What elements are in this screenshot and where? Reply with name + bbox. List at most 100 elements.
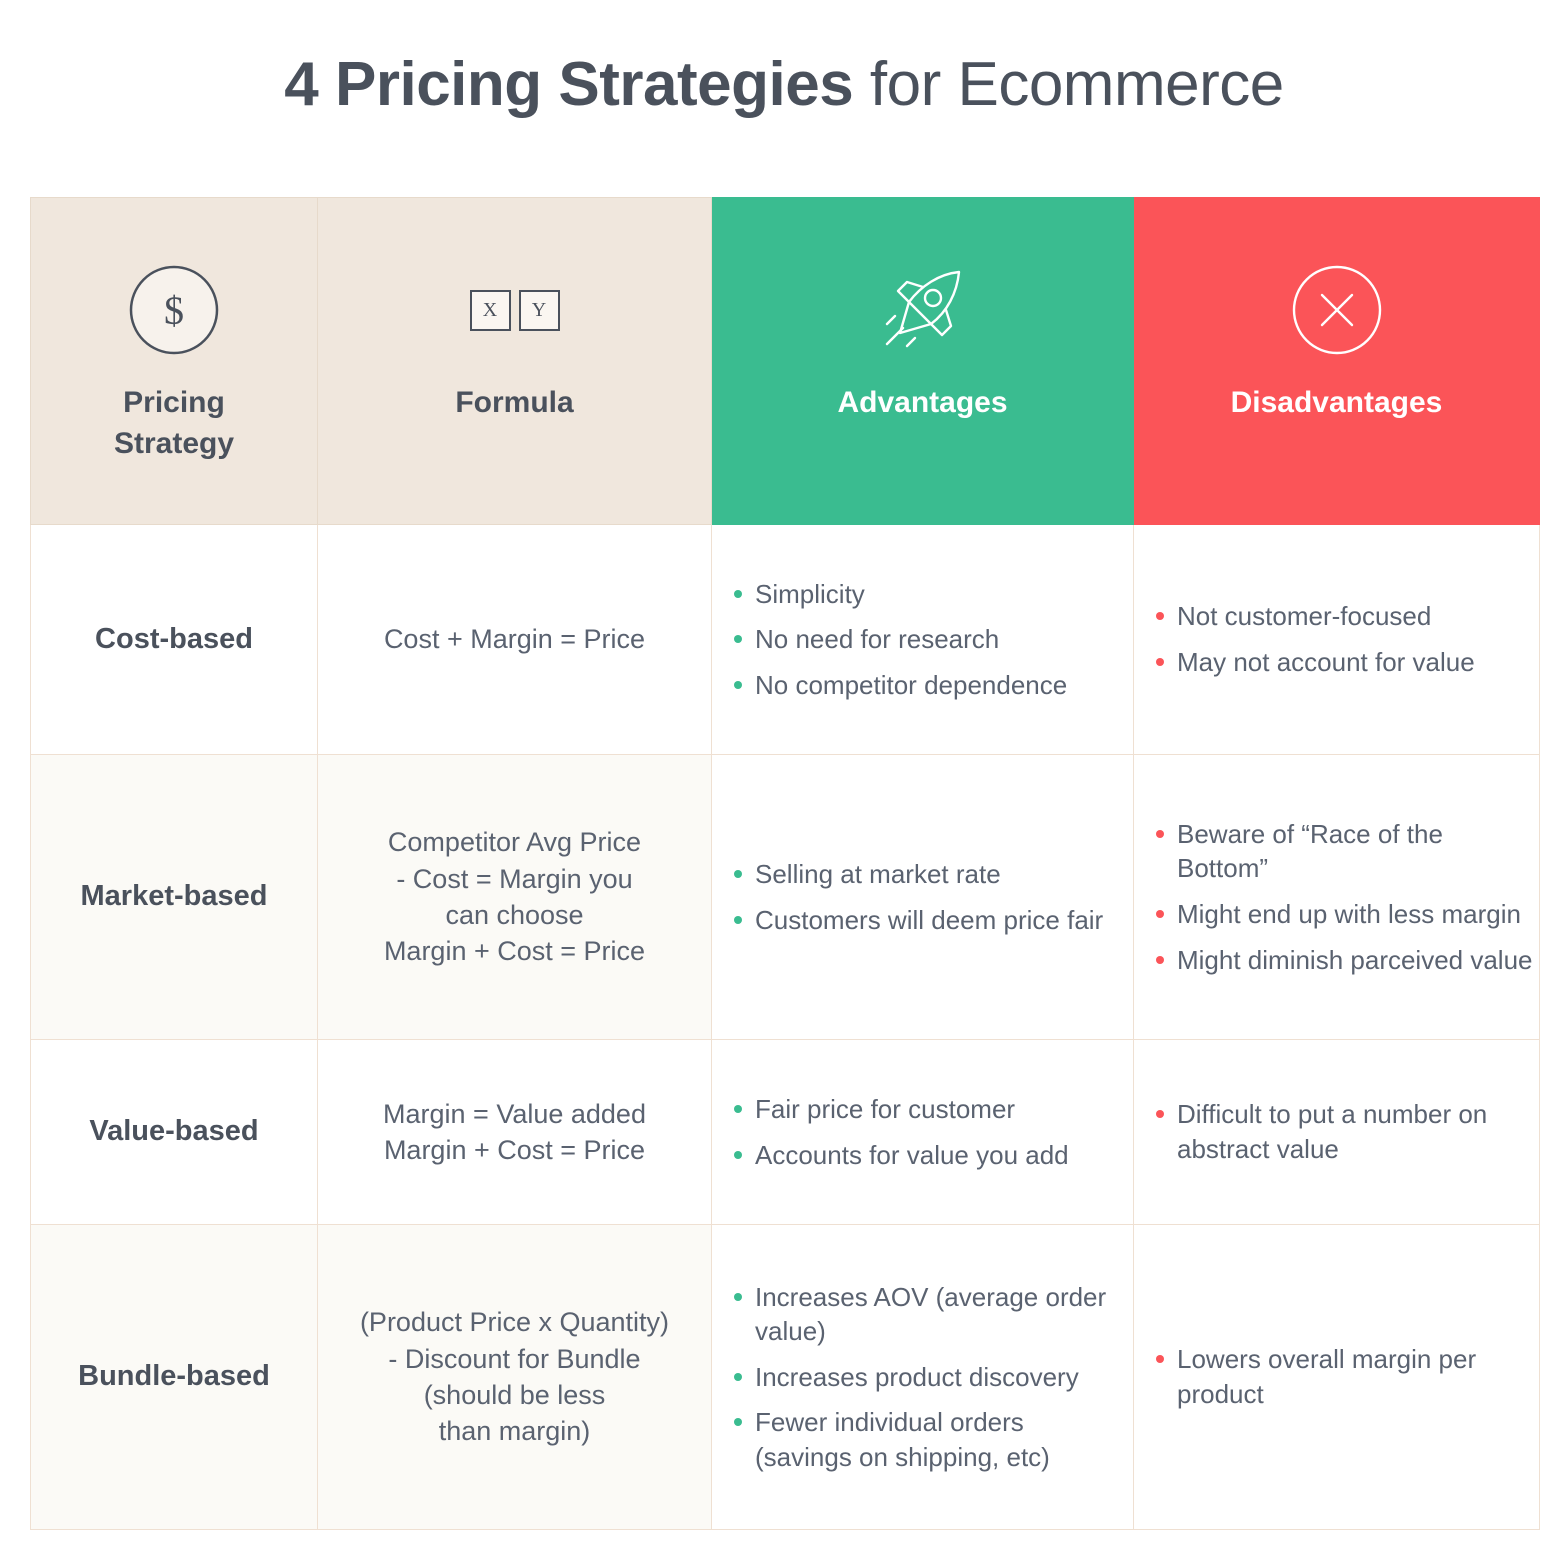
formula-text: Margin = Value added Margin + Cost = Pri… [383,1096,646,1169]
list-item-text: Beware of “Race of the Bottom” [1177,818,1443,884]
list-item-text: May not account for value [1177,647,1475,677]
advantages-cell: Selling at market rate Customers will de… [712,755,1134,1040]
list-item-text: Difficult to put a number on abstract va… [1177,1099,1488,1164]
bullet-dot-icon [734,1150,742,1159]
bullet-dot-icon [734,1372,742,1381]
svg-text:$: $ [164,288,184,333]
list-item-text: No competitor dependence [755,669,1068,700]
list-item-text: Increases product discovery [755,1361,1079,1392]
table-row: Market-based [30,755,318,1040]
list-item-text: Increases AOV (average order value) [755,1281,1107,1347]
advantages-cell: Fair price for customer Accounts for val… [712,1040,1134,1225]
formula-cell: Cost + Margin = Price [318,525,712,755]
formula-line: Margin = Value added [383,1098,646,1129]
formula-line: - Discount for Bundle [388,1343,641,1374]
list-item-text: Fewer individual orders (savings on ship… [755,1407,1050,1472]
header-label-disadvantages: Disadvantages [1230,386,1443,419]
bullet-dot-icon [734,869,742,878]
formula-text: Competitor Avg Price - Cost = Margin you… [384,824,645,970]
list-item: Lowers overall margin per product [1156,1342,1533,1411]
formula-text: (Product Price x Quantity) - Discount fo… [360,1304,669,1450]
list-item-text: Selling at market rate [755,858,1001,889]
bullet-dot-icon [734,680,742,689]
bullet-dot-icon [734,1418,742,1427]
list-item: Difficult to put a number on abstract va… [1156,1097,1533,1166]
list-item-text: Might end up with less margin [1177,899,1521,929]
disadvantages-cell: Beware of “Race of the Bottom” Might end… [1134,755,1540,1040]
list-item: No competitor dependence [734,668,1127,703]
list-item-text: Not customer-focused [1177,601,1432,632]
list-item: Might end up with less margin [1156,897,1533,932]
bullet-dot-icon [734,589,742,598]
list-item: Simplicity [734,577,1127,612]
list-item-text: No need for research [755,624,1000,655]
formula-text: Cost + Margin = Price [384,621,645,657]
strategy-name: Value-based [89,1115,259,1148]
header-advantages: Advantages [712,197,1134,525]
advantages-list: Fair price for customer Accounts for val… [712,1092,1133,1172]
list-item: Selling at market rate [734,857,1127,892]
header-label-advantages: Advantages [837,386,1008,419]
formula-line: (Product Price x Quantity) [359,1307,670,1338]
x-box-icon: X [469,289,511,331]
list-item: No need for research [734,622,1127,657]
advantages-cell: Increases AOV (average order value) Incr… [712,1225,1134,1530]
disadvantages-list: Beware of “Race of the Bottom” Might end… [1134,817,1539,977]
advantages-list: Increases AOV (average order value) Incr… [712,1280,1133,1475]
strategy-name: Bundle-based [78,1360,270,1393]
header-disadvantages: Disadvantages [1134,197,1540,525]
bullet-dot-icon [1156,910,1164,918]
header-formula: X Y Formula [318,197,712,525]
formula-line: Cost + Margin = Price [383,624,646,655]
header-label-line1: Pricing [123,386,225,419]
formula-line: Competitor Avg Price [387,827,642,858]
y-box-icon: Y [518,289,560,331]
table-row: Cost-based [30,525,318,755]
rocket-icon [873,260,973,360]
bullet-dot-icon [734,915,742,924]
header-label-line2: Strategy [113,427,235,461]
list-item-text: Lowers overall margin per product [1177,1344,1477,1409]
page-title-light: for Ecommerce [853,50,1284,119]
list-item-text: Fair price for customer [755,1093,1016,1124]
advantages-list: Selling at market rate Customers will de… [712,857,1133,937]
list-item: Beware of “Race of the Bottom” [1156,817,1533,886]
advantages-list: Simplicity No need for research No compe… [712,577,1133,703]
page-title-bold: 4 Pricing Strategies [284,50,854,119]
list-item: Increases product discovery [734,1360,1127,1395]
xy-boxes-icon: X Y [469,260,560,360]
list-item: Customers will deem price fair [734,903,1127,938]
bullet-dot-icon [1156,955,1164,964]
bullet-dot-icon [1156,1355,1164,1364]
bullet-dot-icon [734,1292,742,1301]
disadvantages-cell: Difficult to put a number on abstract va… [1134,1040,1540,1225]
list-item: May not account for value [1156,645,1533,680]
formula-cell: Margin = Value added Margin + Cost = Pri… [318,1040,712,1225]
formula-cell: Competitor Avg Price - Cost = Margin you… [318,755,712,1040]
formula-line: - Cost = Margin you [396,863,633,894]
list-item-text: Might diminish parceived value [1177,944,1533,975]
pricing-strategies-table: $ Pricing Strategy X Y Formula Advantage… [30,197,1540,1530]
disadvantages-cell: Not customer-focused May not account for… [1134,525,1540,755]
bullet-dot-icon [1156,658,1164,666]
header-label-formula: Formula [455,386,574,419]
formula-line: (should be less [423,1380,606,1410]
strategy-name: Market-based [80,880,268,913]
advantages-cell: Simplicity No need for research No compe… [712,525,1134,755]
list-item: Not customer-focused [1156,599,1533,634]
bullet-dot-icon [1156,829,1164,838]
table-row: Value-based [30,1040,318,1225]
list-item-text: Customers will deem price fair [755,904,1104,935]
page-title: 4 Pricing Strategies for Ecommerce [0,0,1568,149]
formula-line: Margin + Cost = Price [383,936,646,967]
list-item: Increases AOV (average order value) [734,1280,1127,1349]
formula-line: can choose [445,900,584,930]
list-item-text: Accounts for value you add [755,1139,1069,1170]
dollar-circle-icon: $ [126,260,222,360]
bullet-dot-icon [734,1104,742,1113]
formula-cell: (Product Price x Quantity) - Discount fo… [318,1225,712,1530]
x-circle-icon [1289,260,1385,360]
list-item-text: Simplicity [755,578,865,609]
header-pricing-strategy: $ Pricing Strategy [30,197,318,525]
formula-line: Margin + Cost = Price [383,1135,646,1165]
